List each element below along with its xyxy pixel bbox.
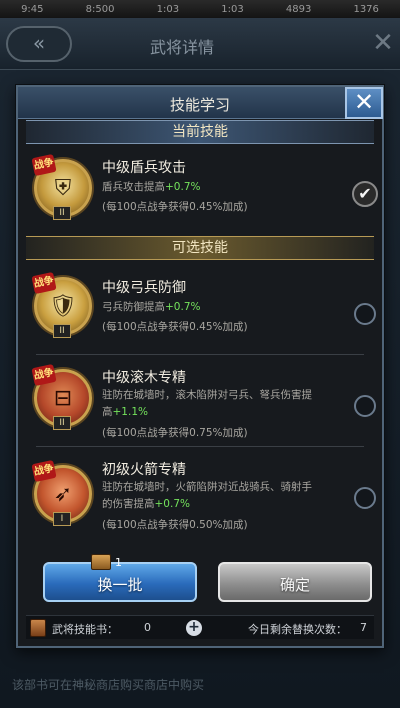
close-icon: ✕ <box>353 88 375 116</box>
current-skill-row: ⛨ 战争 II 中级盾兵攻击 盾兵攻击提高+0.7% (每100点战争获得0.4… <box>26 147 378 235</box>
close-button[interactable]: ✕ <box>345 87 383 119</box>
books-count: 0 <box>144 621 151 634</box>
skill-bonus-value: +0.7% <box>165 181 201 193</box>
back-button[interactable]: « <box>6 26 72 62</box>
add-book-button[interactable]: + <box>186 620 202 636</box>
skill-learning-dialog: 技能学习 ✕ 当前技能 ⛨ 战争 II 中级盾兵攻击 盾兵攻击提高+0.7% (… <box>16 85 384 648</box>
skill-note: (每100点战争获得0.45%加成) <box>102 201 248 213</box>
fire-arrow-icon: ➶ 战争 I <box>31 459 92 526</box>
skill-bonus-value: +0.7% <box>154 498 190 510</box>
skill-name: 中级滚木专精 <box>102 370 186 386</box>
skill-bonus-value: +1.1% <box>112 406 148 418</box>
background-close-icon[interactable]: ✕ <box>368 28 398 58</box>
skill-select-radio[interactable] <box>354 487 376 509</box>
info-bar: 武将技能书： 0 + 今日剩余替换次数： 7 <box>26 615 374 639</box>
level-badge: II <box>53 206 71 220</box>
war-badge: 战争 <box>31 271 57 295</box>
skill-name: 初级火箭专精 <box>102 462 186 478</box>
books-label: 武将技能书： <box>52 623 118 636</box>
war-badge: 战争 <box>31 363 57 387</box>
swaps-count: 7 <box>360 621 367 634</box>
skill-name: 中级弓兵防御 <box>102 280 186 296</box>
archer-shield-icon: 🛡 战争 II <box>31 271 92 338</box>
skill-note: (每100点战争获得0.50%加成) <box>102 519 248 531</box>
skill-note: (每100点战争获得0.45%加成) <box>102 321 248 333</box>
back-arrow-icon: « <box>32 31 46 55</box>
skill-option-row[interactable]: ➶ 战争 I 初级火箭专精 驻防在城墙时，火箭陷阱对近战骑兵、骑射手的伤害提高+… <box>26 447 376 547</box>
status-item: 1:03 <box>156 3 180 15</box>
skill-description: 盾兵攻击提高+0.7% <box>102 181 201 193</box>
level-badge: II <box>53 416 71 430</box>
war-badge: 战争 <box>31 153 57 177</box>
skill-option-row[interactable]: ⊟ 战争 II 中级滚木专精 驻防在城墙时，滚木陷阱对弓兵、弩兵伤害提高+1.1… <box>26 355 376 447</box>
skill-name: 中级盾兵攻击 <box>102 160 186 176</box>
shield-soldier-icon: ⛨ 战争 II <box>31 153 92 220</box>
status-item: 8:500 <box>85 3 115 15</box>
current-skill-header: 当前技能 <box>26 120 374 144</box>
skill-option-row[interactable]: 🛡 战争 II 中级弓兵防御 弓兵防御提高+0.7% (每100点战争获得0.4… <box>26 263 376 355</box>
status-item: 4893 <box>285 3 312 15</box>
status-item: 1:03 <box>221 3 244 15</box>
skill-book-icon <box>30 619 46 637</box>
refresh-cost: 1 <box>115 556 122 569</box>
swaps-label: 今日剩余替换次数： <box>248 623 347 636</box>
skill-book-icon <box>91 554 111 570</box>
refresh-button[interactable]: 1 换一批 <box>43 554 197 602</box>
skill-description: 驻防在城墙时，火箭陷阱对近战骑兵、骑射手的伤害提高+0.7% <box>102 481 312 510</box>
skill-description: 弓兵防御提高+0.7% <box>102 301 201 313</box>
skill-description: 驻防在城墙时，滚木陷阱对弓兵、弩兵伤害提高+1.1% <box>102 389 312 418</box>
refresh-label: 换一批 <box>97 576 143 594</box>
war-badge: 战争 <box>31 459 57 483</box>
skill-select-radio[interactable] <box>354 395 376 417</box>
level-badge: I <box>53 512 71 526</box>
plus-icon: + <box>188 619 200 635</box>
background-footer-text: 该部书可在神秘商店购买商店中购买 <box>12 678 205 692</box>
skill-bonus-value: +0.7% <box>165 301 201 313</box>
optional-skill-header: 可选技能 <box>26 236 374 260</box>
skill-select-radio[interactable] <box>354 303 376 325</box>
confirm-button[interactable]: 确定 <box>218 562 372 602</box>
skill-note: (每100点战争获得0.75%加成) <box>102 427 248 439</box>
dialog-title: 技能学习 <box>169 96 230 114</box>
status-bar: 9:45 8:500 1:03 1:03 4893 1376 <box>0 0 400 18</box>
status-item: 9:45 <box>21 3 44 15</box>
dialog-title-bar: 技能学习 <box>18 87 382 119</box>
status-item: 1376 <box>353 3 379 15</box>
level-badge: II <box>53 324 71 338</box>
confirm-label: 确定 <box>279 576 310 594</box>
rolling-log-icon: ⊟ 战争 II <box>31 363 92 430</box>
selected-check-icon[interactable]: ✔ <box>352 181 378 207</box>
background-title: 武将详情 <box>150 38 215 57</box>
